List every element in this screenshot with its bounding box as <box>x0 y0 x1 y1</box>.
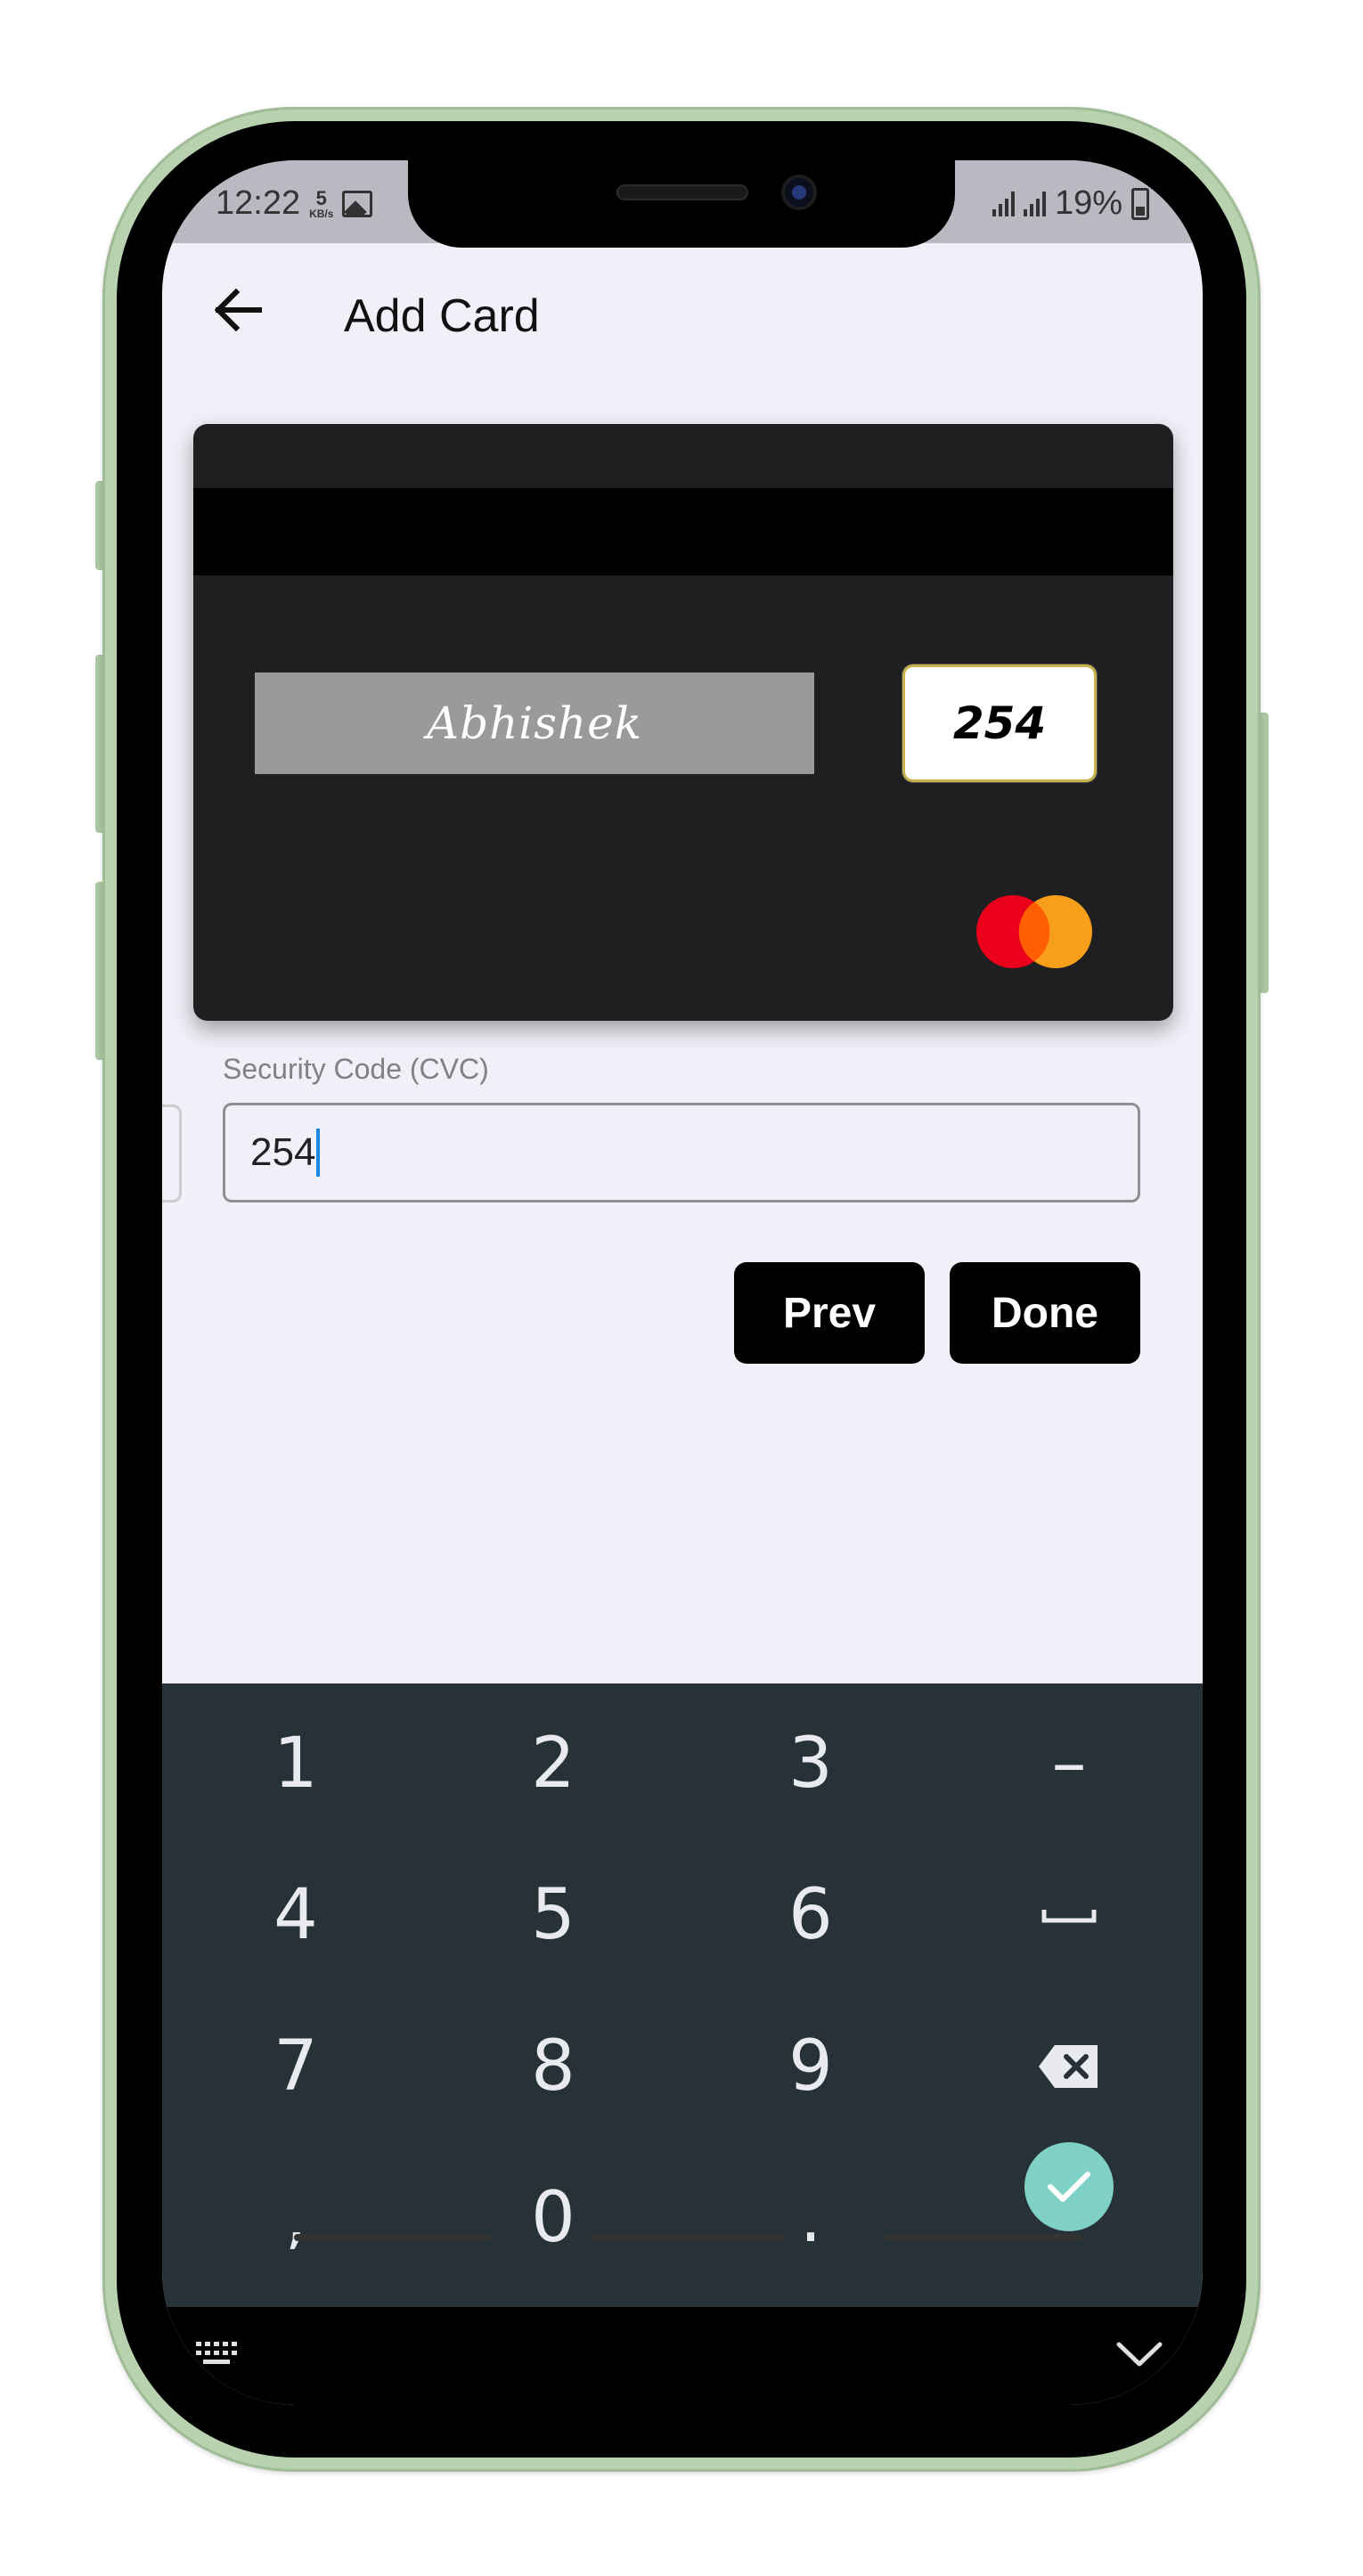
key-space[interactable] <box>980 1848 1158 1982</box>
cvc-display: 254 <box>952 697 1047 749</box>
notch <box>408 160 955 248</box>
key-comma[interactable]: , <box>207 2151 385 2285</box>
front-camera <box>781 175 817 210</box>
network-speed-value: 5 <box>315 186 327 209</box>
cvc-input[interactable]: 254 <box>223 1103 1140 1202</box>
key-3[interactable]: 3 <box>722 1697 900 1830</box>
earpiece-speaker <box>616 184 748 200</box>
cvc-input-value: 254 <box>250 1130 316 1174</box>
network-speed: 5 KB/s <box>309 186 334 220</box>
checkmark-icon <box>1048 2172 1090 2202</box>
battery-icon <box>1131 187 1149 220</box>
key-5[interactable]: 5 <box>464 1848 642 1982</box>
card-preview: Abhishek 254 <box>193 424 1173 1021</box>
key-7[interactable]: 7 <box>207 2000 385 2133</box>
network-speed-unit: KB/s <box>309 207 334 220</box>
key-4[interactable]: 4 <box>207 1848 385 1982</box>
nav-indicator-right <box>886 2234 1081 2241</box>
magnetic-stripe <box>193 488 1173 575</box>
key-9[interactable]: 9 <box>722 2000 900 2133</box>
space-bar-icon <box>1041 1910 1097 1923</box>
signature-strip: Abhishek <box>255 673 814 774</box>
prev-button[interactable]: Prev <box>734 1262 925 1364</box>
image-notification-icon <box>342 190 373 217</box>
key-8[interactable]: 8 <box>464 2000 642 2133</box>
cvc-display-box: 254 <box>902 664 1097 782</box>
navigation-bar <box>162 2307 1203 2405</box>
keyboard-switch-icon[interactable] <box>194 2338 244 2370</box>
previous-field-edge <box>162 1105 182 1202</box>
key-minus[interactable]: – <box>980 1697 1158 1830</box>
key-period[interactable]: . <box>722 2151 900 2285</box>
signal-strength-2-icon <box>1023 191 1046 216</box>
cardholder-signature: Abhishek <box>426 697 643 749</box>
enter-key-circle <box>1024 2142 1114 2231</box>
key-6[interactable]: 6 <box>722 1848 900 1982</box>
battery-percent: 19% <box>1054 184 1122 222</box>
backspace-icon <box>1039 2045 1098 2088</box>
key-0[interactable]: 0 <box>464 2151 642 2285</box>
status-time: 12:22 <box>216 184 301 222</box>
phone-screen: 12:22 5 KB/s 19% Add Card Abhishek 254 S… <box>162 160 1203 2405</box>
key-1[interactable]: 1 <box>207 1697 385 1830</box>
key-backspace[interactable] <box>980 2000 1158 2133</box>
signal-strength-icon <box>992 191 1015 216</box>
back-button[interactable] <box>207 279 269 341</box>
hide-keyboard-chevron-icon[interactable] <box>1115 2341 1163 2369</box>
done-button[interactable]: Done <box>950 1262 1140 1364</box>
arrow-left-icon <box>214 289 262 331</box>
mastercard-logo-icon <box>976 895 1092 968</box>
cvc-field-label: Security Code (CVC) <box>223 1053 489 1085</box>
numeric-keyboard: 1 2 3 – 4 5 6 7 8 9 , 0 . <box>162 1683 1203 2307</box>
nav-indicator-left <box>294 2234 490 2241</box>
key-2[interactable]: 2 <box>464 1697 642 1830</box>
text-cursor <box>316 1129 321 1177</box>
page-title: Add Card <box>344 290 540 342</box>
app-bar: Add Card <box>162 243 1203 386</box>
nav-indicator-center <box>590 2234 786 2241</box>
